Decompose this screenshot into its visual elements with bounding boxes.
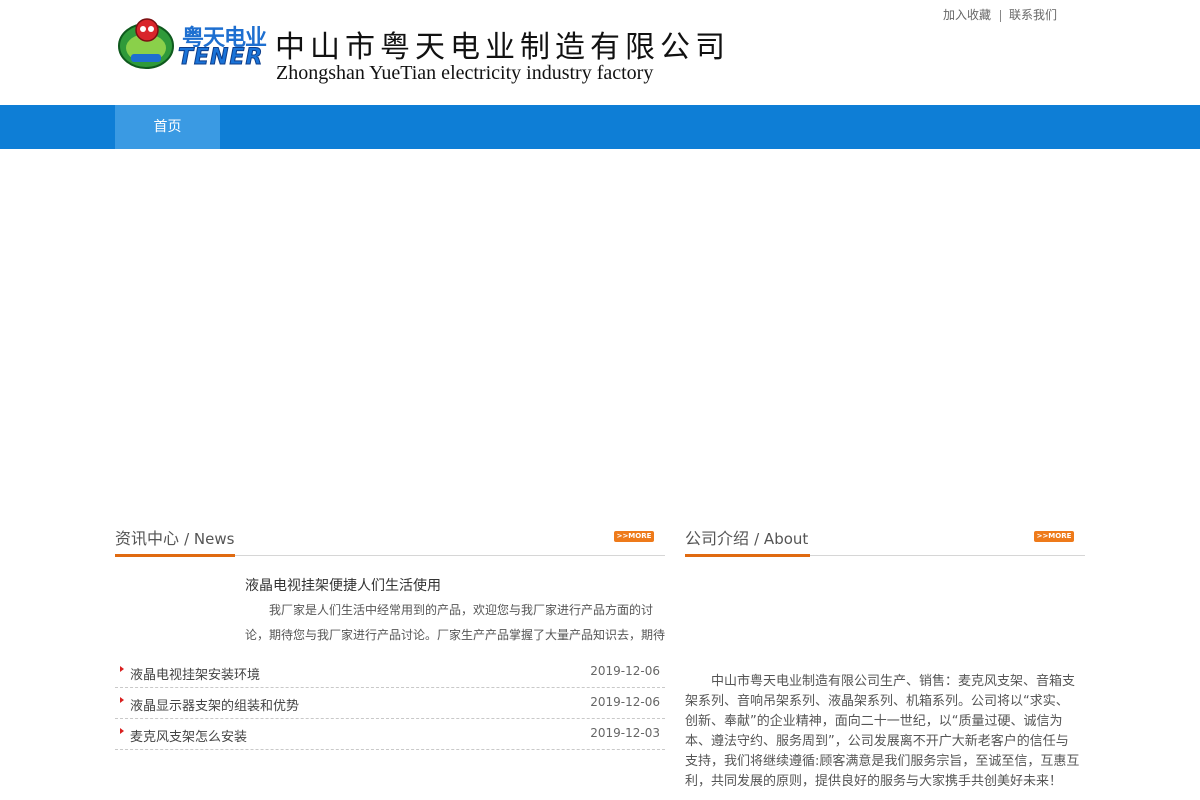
news-title-accent <box>115 554 235 557</box>
top-links: 加入收藏 联系我们 <box>943 6 1057 23</box>
news-list: 液晶电视挂架安装环境 2019-12-06 液晶显示器支架的组装和优势 2019… <box>115 657 665 750</box>
company-name-english: Zhongshan YueTian electricity industry f… <box>276 62 654 84</box>
news-list-item[interactable]: 液晶电视挂架安装环境 2019-12-06 <box>115 657 665 688</box>
news-section-title: 资讯中心 / News <box>115 525 234 549</box>
bullet-arrow-icon <box>120 697 124 703</box>
news-item-date: 2019-12-03 <box>590 726 660 740</box>
news-feature-title[interactable]: 液晶电视挂架便捷人们生活使用 <box>245 575 441 595</box>
company-name-chinese: 中山市粤天电业制造有限公司 <box>275 30 730 65</box>
about-title-cn: 公司介绍 <box>685 529 750 548</box>
mascot-logo-icon <box>118 18 174 69</box>
logo-english-text: TENER <box>177 45 264 71</box>
news-title-en: / News <box>184 530 235 548</box>
news-item-title[interactable]: 液晶电视挂架安装环境 <box>130 664 260 683</box>
news-item-date: 2019-12-06 <box>590 695 660 709</box>
about-title-en: / About <box>754 530 809 548</box>
banner-area <box>0 149 1200 519</box>
news-item-title[interactable]: 液晶显示器支架的组装和优势 <box>130 695 299 714</box>
news-feature-text: 我厂家是人们生活中经常用到的产品，欢迎您与我厂家进行产品方面的讨论，期待您与我厂… <box>245 598 665 648</box>
about-description: 中山市粤天电业制造有限公司生产、销售：麦克风支架、音箱支架系列、音响吊架系列、液… <box>685 674 1080 789</box>
about-section-title: 公司介绍 / About <box>685 525 808 549</box>
bullet-arrow-icon <box>120 728 124 734</box>
contact-us-link[interactable]: 联系我们 <box>1009 8 1057 22</box>
news-list-item[interactable]: 麦克风支架怎么安装 2019-12-03 <box>115 719 665 750</box>
news-list-item[interactable]: 液晶显示器支架的组装和优势 2019-12-06 <box>115 688 665 719</box>
add-favorite-link[interactable]: 加入收藏 <box>943 8 991 22</box>
news-item-title[interactable]: 麦克风支架怎么安装 <box>130 726 247 745</box>
main-nav: 首页 <box>0 105 1200 149</box>
news-title-cn: 资讯中心 <box>115 529 180 548</box>
news-feature-body: 我厂家是人们生活中经常用到的产品，欢迎您与我厂家进行产品方面的讨论，期待您与我厂… <box>245 603 665 642</box>
about-more-button[interactable]: >>MORE <box>1034 531 1074 542</box>
news-item-date: 2019-12-06 <box>590 664 660 678</box>
link-separator <box>1000 10 1002 22</box>
about-title-accent <box>685 554 810 557</box>
news-more-button[interactable]: >>MORE <box>614 531 654 542</box>
site-header: 粤天电业 TENER 中山市粤天电业制造有限公司 Zhongshan YueTi… <box>0 0 1200 105</box>
bullet-arrow-icon <box>120 666 124 672</box>
nav-item-home[interactable]: 首页 <box>115 105 220 149</box>
